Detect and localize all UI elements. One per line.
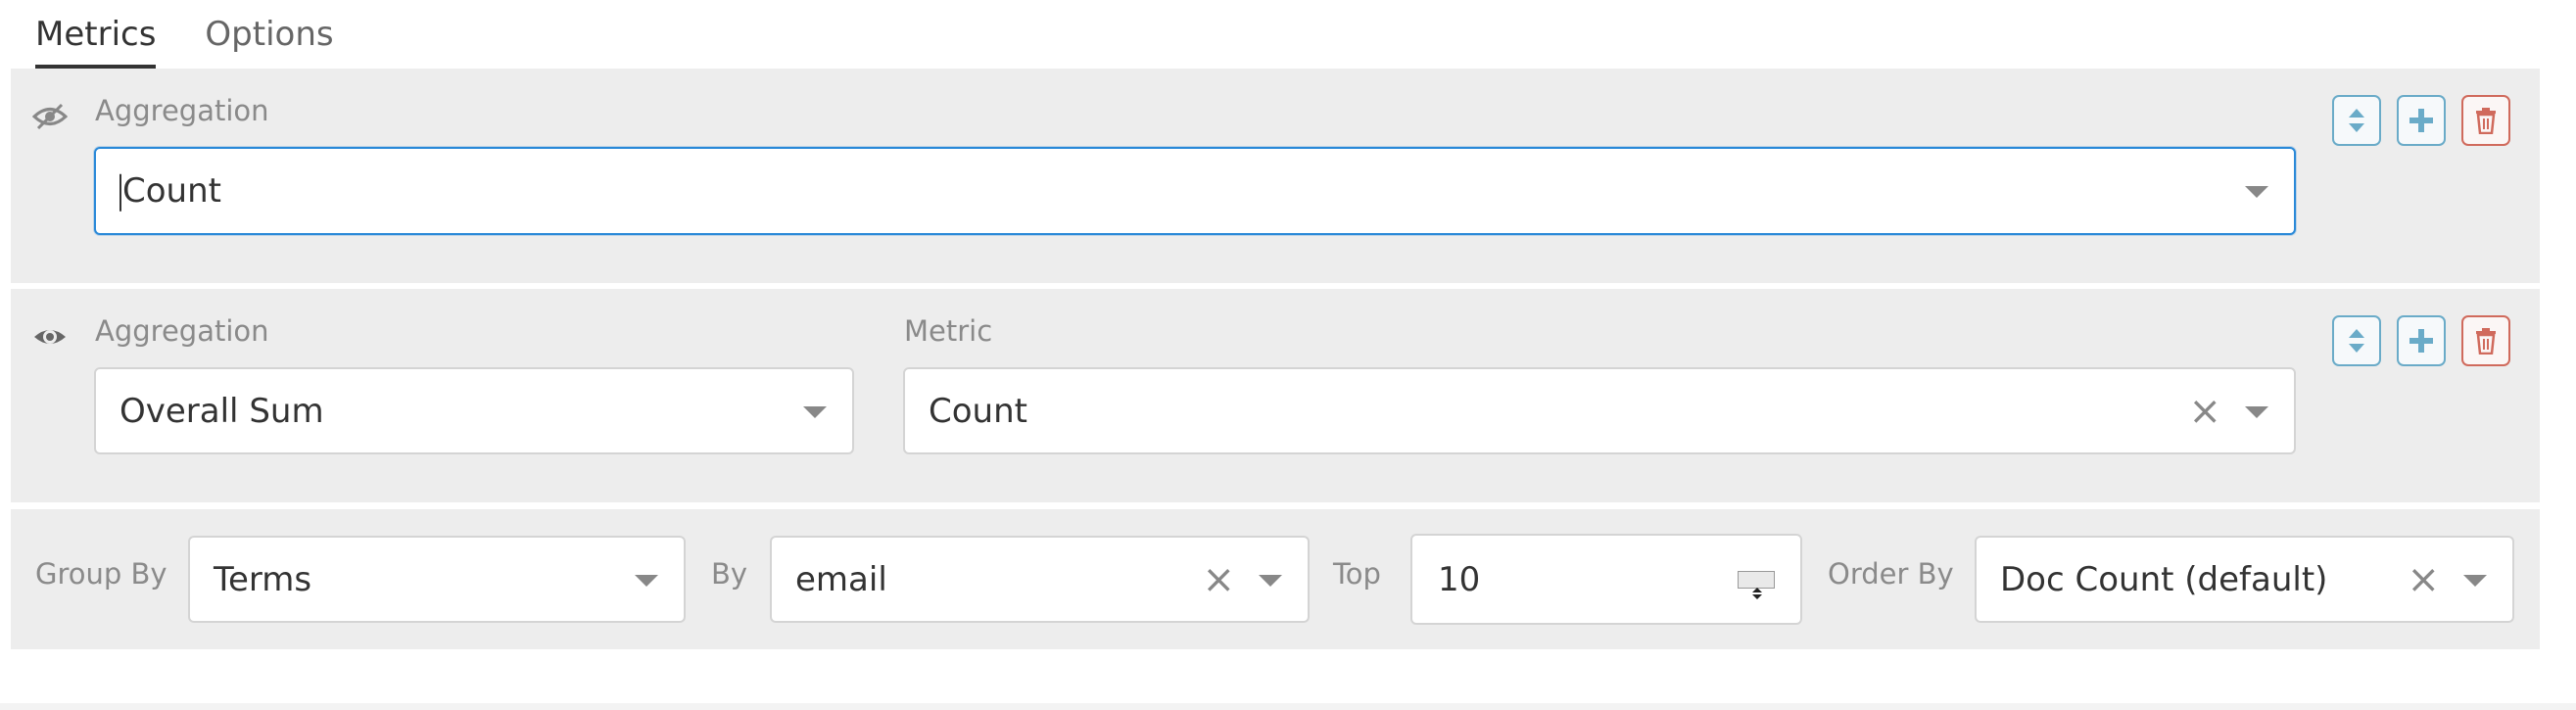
group-by-label: Group By	[35, 557, 167, 591]
add-metric-button[interactable]	[2397, 95, 2446, 146]
tab-options[interactable]: Options	[205, 0, 333, 69]
chevron-down-icon[interactable]	[1259, 574, 1282, 587]
chevron-down-icon[interactable]	[2463, 574, 2487, 587]
by-field-select[interactable]: email ×	[770, 536, 1310, 623]
chevron-down-icon[interactable]	[635, 574, 658, 587]
top-number-input[interactable]: 10	[1410, 534, 1802, 625]
spinner-icon[interactable]	[1738, 570, 1775, 599]
chevron-down-icon[interactable]	[2245, 186, 2268, 198]
metric-label: Metric	[904, 314, 993, 348]
chevron-down-icon[interactable]	[803, 405, 827, 418]
reorder-button[interactable]	[2332, 315, 2381, 366]
aggregation-select[interactable]: Count	[94, 147, 2296, 235]
chevron-down-icon[interactable]	[2245, 405, 2268, 418]
top-value: 10	[1438, 559, 1481, 599]
aggregation-select[interactable]: Overall Sum	[94, 367, 854, 454]
trash-icon	[2476, 328, 2496, 355]
by-field-value: email	[795, 559, 887, 599]
aggregation-label: Aggregation	[95, 94, 269, 127]
group-by-value: Terms	[214, 559, 312, 599]
reorder-button[interactable]	[2332, 95, 2381, 146]
clear-icon[interactable]: ×	[2188, 392, 2221, 431]
metrics-editor: Metrics Options Aggregation Count Aggreg…	[0, 0, 2576, 710]
order-by-value: Doc Count (default)	[2000, 559, 2328, 599]
divider	[0, 703, 2576, 710]
sort-icon	[2349, 109, 2364, 132]
by-label: By	[711, 557, 748, 591]
metric-row-1: Aggregation Count	[11, 69, 2540, 283]
sort-icon	[2349, 329, 2364, 353]
metric-value: Count	[929, 391, 1027, 431]
group-by-row: Group By Terms By email × Top 10 Order B…	[11, 509, 2540, 649]
metric-row-2: Aggregation Overall Sum Metric Count ×	[11, 289, 2540, 502]
order-by-select[interactable]: Doc Count (default) ×	[1975, 536, 2514, 623]
plus-icon	[2409, 109, 2433, 132]
metric-select[interactable]: Count ×	[903, 367, 2296, 454]
eye-icon[interactable]	[32, 322, 68, 352]
plus-icon	[2409, 329, 2433, 353]
tab-bar: Metrics Options	[35, 0, 383, 69]
tab-metrics[interactable]: Metrics	[35, 0, 157, 69]
order-by-label: Order By	[1828, 557, 1954, 591]
clear-icon[interactable]: ×	[1202, 560, 1235, 599]
add-metric-button[interactable]	[2397, 315, 2446, 366]
clear-icon[interactable]: ×	[2407, 560, 2440, 599]
trash-icon	[2476, 108, 2496, 134]
group-by-select[interactable]: Terms	[188, 536, 686, 623]
delete-metric-button[interactable]	[2461, 315, 2510, 366]
top-label: Top	[1333, 557, 1381, 591]
eye-slash-icon[interactable]	[31, 102, 69, 131]
aggregation-value: Count	[122, 170, 221, 211]
aggregation-label: Aggregation	[95, 314, 269, 348]
delete-metric-button[interactable]	[2461, 95, 2510, 146]
text-cursor	[119, 173, 121, 212]
aggregation-value: Overall Sum	[119, 391, 324, 431]
